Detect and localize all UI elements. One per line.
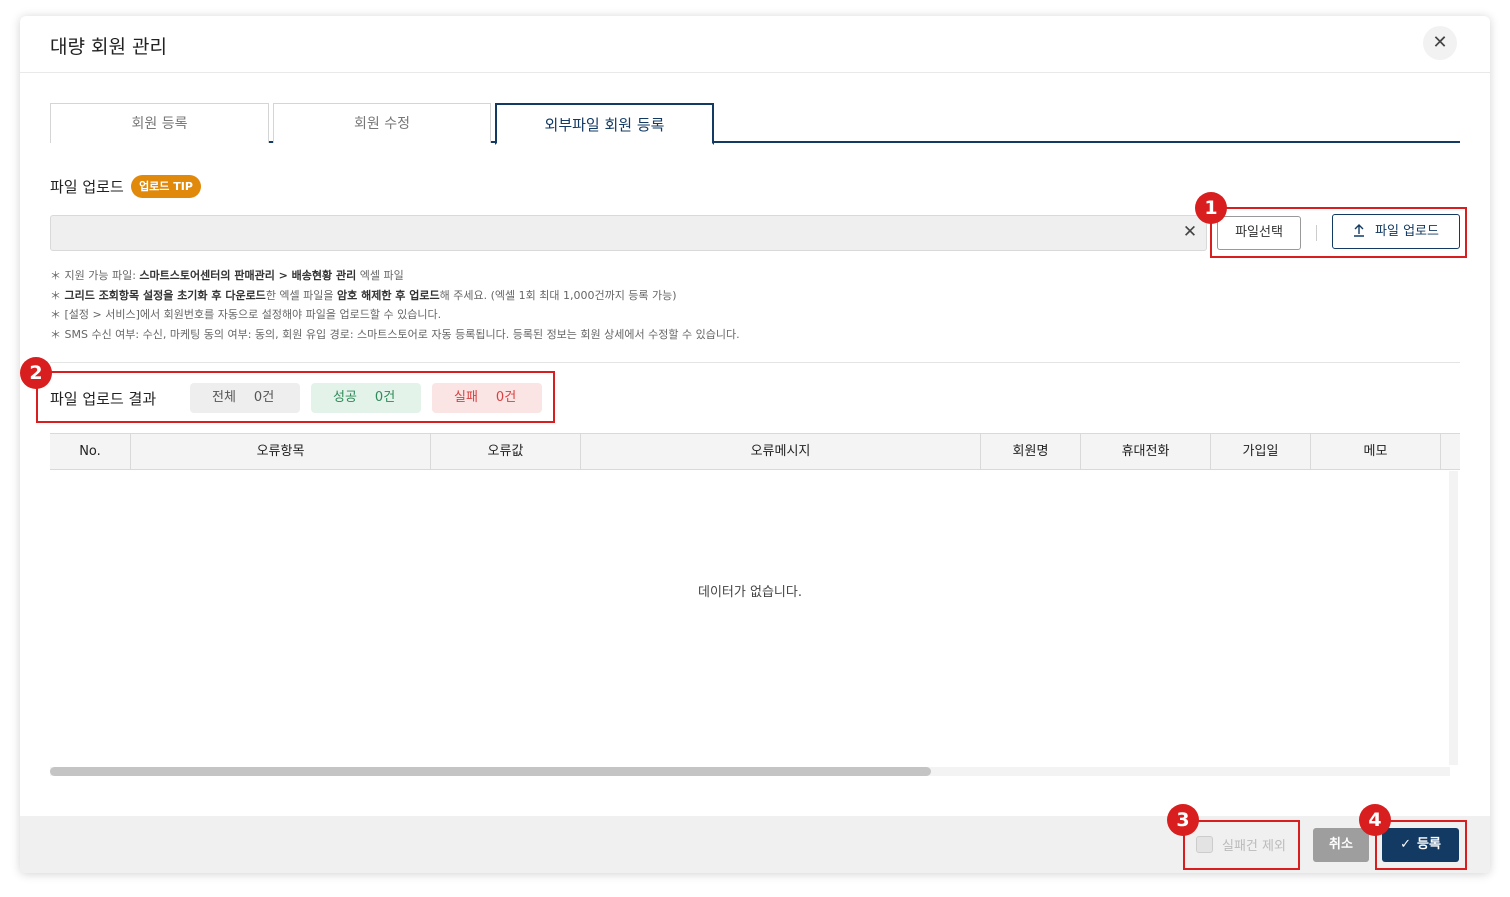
grid-horizontal-scrollbar[interactable] (50, 767, 931, 776)
callout-number-1: 1 (1195, 192, 1227, 224)
callout-box-3 (1183, 820, 1300, 870)
close-icon[interactable]: ✕ (1423, 26, 1457, 60)
note-line-2: ＊ 그리드 조회항목 설정을 초기화 후 다운로드한 엑셀 파일을 암호 해제한… (50, 288, 677, 302)
upload-notes: ＊ 지원 가능 파일: 스마트스토어센터의 판매관리 > 배송현황 관리 엑셀 … (50, 266, 740, 344)
column-header-error-message[interactable]: 오류메시지 (581, 434, 981, 470)
tab-bar: 회원 등록 회원 수정 외부파일 회원 등록 (50, 103, 1460, 145)
grid-empty-message: 데이터가 없습니다. (698, 585, 802, 600)
tab-member-edit[interactable]: 회원 수정 (273, 103, 491, 143)
callout-number-2: 2 (20, 357, 52, 389)
callout-box-1 (1210, 207, 1467, 258)
file-path-input[interactable] (50, 215, 1207, 251)
note-line-4: ＊ SMS 수신 여부: 수신, 마케팅 동의 여부: 동의, 회원 유입 경로… (50, 327, 740, 341)
tab-external-file-register[interactable]: 외부파일 회원 등록 (495, 103, 714, 145)
column-header-mobile[interactable]: 휴대전화 (1081, 434, 1211, 470)
note-line-1: ＊ 지원 가능 파일: 스마트스토어센터의 판매관리 > 배송현황 관리 엑셀 … (50, 269, 404, 282)
callout-box-2 (36, 371, 555, 423)
grid-vertical-scrollbar[interactable] (1449, 471, 1458, 765)
modal-header: 대량 회원 관리 ✕ (20, 16, 1490, 73)
cancel-button[interactable]: 취소 (1313, 828, 1369, 862)
modal-title: 대량 회원 관리 (50, 36, 167, 58)
section-divider (50, 362, 1460, 363)
column-header-error-field[interactable]: 오류항목 (131, 434, 431, 470)
error-result-grid: No. 오류항목 오류값 오류메시지 회원명 휴대전화 가입일 메모 데이터가 … (50, 433, 1460, 776)
clear-file-icon[interactable]: ✕ (1180, 222, 1200, 242)
column-header-join-date[interactable]: 가입일 (1211, 434, 1311, 470)
column-header-error-value[interactable]: 오류값 (431, 434, 581, 470)
file-upload-label: 파일 업로드 (50, 178, 124, 196)
callout-number-4: 4 (1359, 804, 1391, 836)
tab-member-register[interactable]: 회원 등록 (50, 103, 269, 143)
column-header-no[interactable]: No. (50, 434, 131, 470)
bulk-member-modal: 대량 회원 관리 ✕ 회원 등록 회원 수정 외부파일 회원 등록 파일 업로드… (20, 16, 1490, 873)
grid-header: No. 오류항목 오류값 오류메시지 회원명 휴대전화 가입일 메모 (50, 434, 1460, 470)
column-header-memo[interactable]: 메모 (1311, 434, 1441, 470)
callout-number-3: 3 (1167, 804, 1199, 836)
note-line-3: ＊ [설정 > 서비스]에서 회원번호를 자동으로 설정해야 파일을 업로드할 … (50, 308, 442, 321)
upload-tip-badge[interactable]: 업로드 TIP (131, 175, 201, 198)
column-header-member-name[interactable]: 회원명 (981, 434, 1081, 470)
